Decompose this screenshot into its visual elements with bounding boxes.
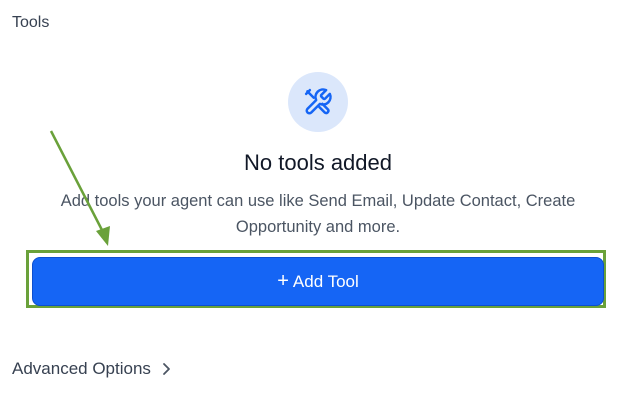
empty-state-icon-circle [288, 72, 348, 132]
chevron-right-icon [163, 363, 170, 375]
add-tool-button[interactable]: + Add Tool [32, 257, 604, 306]
empty-state-title: No tools added [244, 150, 392, 175]
add-tool-label: Add Tool [292, 271, 359, 291]
tools-icon [304, 88, 332, 115]
empty-state-description: Add tools your agent can use like Send E… [60, 192, 576, 236]
plus-icon: + [277, 269, 289, 292]
section-title: Tools [12, 14, 50, 31]
advanced-options-label: Advanced Options [12, 359, 151, 378]
advanced-options-toggle[interactable]: Advanced Options [12, 359, 173, 379]
